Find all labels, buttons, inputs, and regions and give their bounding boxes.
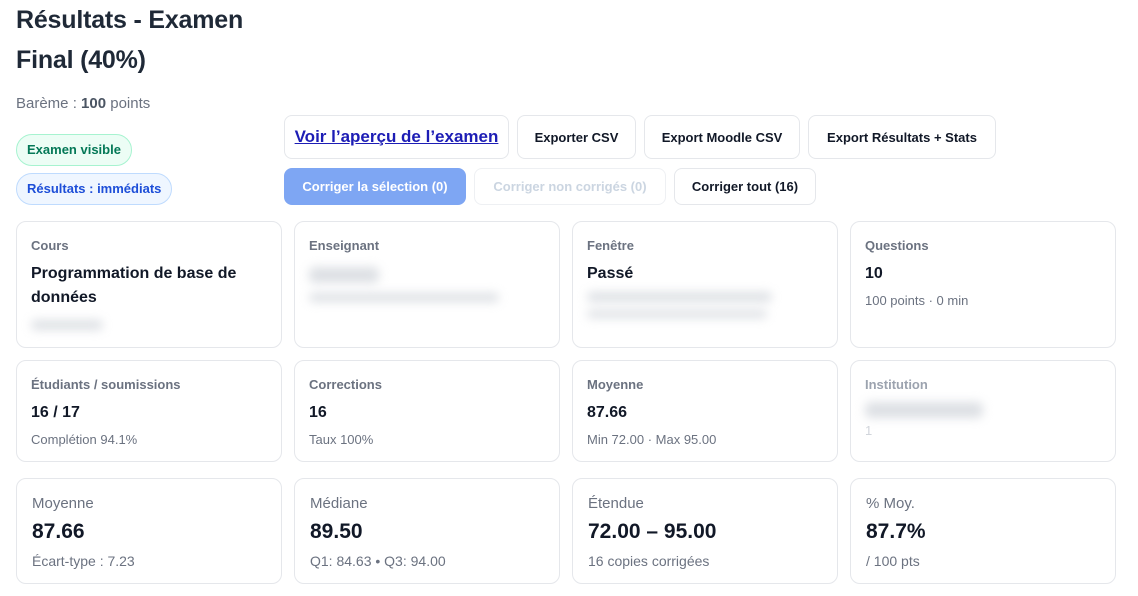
stat-percent-value: 87.7% [866,520,926,543]
stat-mean-value: 87.66 [32,520,85,543]
teacher-card: Enseignant [294,221,560,348]
questions-sub: 100 points · 0 min [865,293,969,308]
stat-mean-card: Moyenne 87.66 Écart-type : 7.23 [16,478,282,584]
exam-results-page: Résultats - Examen Final (40%) Barème : … [0,0,1138,596]
institution-card: Institution 1 [850,360,1116,462]
stat-median-card: Médiane 89.50 Q1: 84.63 • Q3: 94.00 [294,478,560,584]
stat-percent-label: % Moy. [866,495,915,512]
students-label: Étudiants / soumissions [31,377,181,392]
scale-label: Barème : [16,95,77,112]
average-value: 87.66 [587,404,628,421]
teacher-label: Enseignant [309,238,380,253]
students-sub: Complétion 94.1% [31,432,138,447]
stat-percent-card: % Moy. 87.7% / 100 pts [850,478,1116,584]
window-card: Fenêtre Passé [572,221,838,348]
course-label: Cours [31,238,69,253]
institution-sub: 1 [865,423,873,438]
institution-label: Institution [865,377,928,392]
window-dates-redacted [587,292,772,302]
stat-median-value: 89.50 [310,520,363,543]
corrections-sub: Taux 100% [309,432,374,447]
stat-mean-sub: Écart-type : 7.23 [32,553,135,569]
questions-value: 10 [865,265,883,282]
stat-median-sub: Q1: 84.63 • Q3: 94.00 [310,553,446,569]
average-card: Moyenne 87.66 Min 72.00 · Max 95.00 [572,360,838,462]
scale-unit: points [110,95,151,112]
window-label: Fenêtre [587,238,634,253]
stat-median-label: Médiane [310,495,368,512]
course-code-redacted [31,320,103,330]
grading-scale: Barème : 100 points [16,95,150,112]
preview-exam-link[interactable]: Voir l’aperçu de l’examen [284,115,509,159]
export-results-stats-button[interactable]: Export Résultats + Stats [808,115,996,159]
students-card: Étudiants / soumissions 16 / 17 Compléti… [16,360,282,462]
export-moodle-csv-button[interactable]: Export Moodle CSV [644,115,800,159]
corrections-label: Corrections [309,377,382,392]
scale-value: 100 [81,95,107,112]
window-value: Passé [587,265,634,282]
course-card: Cours Programmation de base de données [16,221,282,348]
correct-selection-button[interactable]: Corriger la sélection (0) [284,168,466,205]
stat-range-sub: 16 copies corrigées [588,553,710,569]
stat-range-value: 72.00 – 95.00 [588,520,717,543]
course-value: Programmation de base de données [31,265,237,306]
results-mode-badge: Résultats : immédiats [16,173,173,205]
teacher-name-redacted [309,267,379,283]
correct-all-button[interactable]: Corriger tout (16) [674,168,816,205]
institution-name-redacted [865,402,983,418]
questions-card: Questions 10 100 points · 0 min [850,221,1116,348]
students-value: 16 / 17 [31,404,80,421]
average-sub: Min 72.00 · Max 95.00 [587,432,717,447]
window-dates-redacted-2 [587,310,767,318]
stat-range-card: Étendue 72.00 – 95.00 16 copies corrigée… [572,478,838,584]
average-label: Moyenne [587,377,644,392]
corrections-value: 16 [309,404,327,421]
corrections-card: Corrections 16 Taux 100% [294,360,560,462]
stat-mean-label: Moyenne [32,495,94,512]
questions-label: Questions [865,238,929,253]
page-title: Résultats - Examen Final (40%) [16,6,244,74]
correct-uncorrected-button[interactable]: Corriger non corrigés (0) [474,168,666,205]
stat-range-label: Étendue [588,495,644,512]
export-csv-button[interactable]: Exporter CSV [517,115,636,159]
stat-percent-sub: / 100 pts [866,553,920,569]
exam-visible-badge: Examen visible [16,134,132,166]
teacher-email-redacted [309,293,499,302]
